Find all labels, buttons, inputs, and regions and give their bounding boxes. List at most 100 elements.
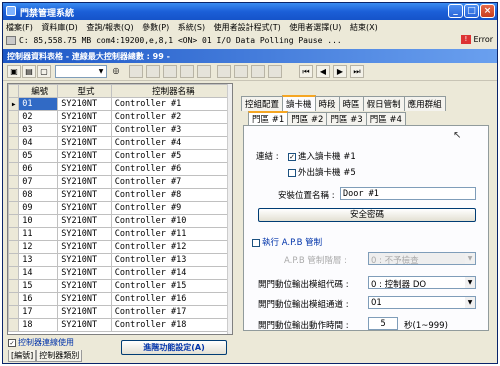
security-password-button[interactable]: 安全密碼 — [258, 208, 476, 222]
subtab-door-3[interactable]: 門區 #3 — [326, 112, 367, 125]
table-row[interactable]: 06 SY210NT Controller #6 — [8, 162, 232, 176]
row-indicator[interactable] — [8, 201, 20, 215]
cell-number[interactable]: 02 — [18, 110, 59, 124]
menu-params[interactable]: 參數(P) — [139, 20, 172, 33]
cell-number[interactable]: 17 — [18, 305, 59, 319]
cell-number[interactable]: 14 — [18, 266, 59, 280]
cell-name[interactable]: Controller #7 — [110, 175, 232, 189]
output-time-input[interactable]: 5 — [368, 317, 398, 330]
cell-number[interactable]: 08 — [18, 188, 59, 202]
cell-name[interactable]: Controller #11 — [110, 227, 232, 241]
cell-type[interactable]: SY210NT — [57, 110, 112, 124]
cell-name[interactable]: Controller #16 — [110, 292, 232, 306]
menu-query[interactable]: 查詢/報表(Q) — [83, 20, 136, 33]
close-button[interactable]: × — [480, 4, 495, 18]
delete-record-icon[interactable] — [146, 65, 160, 78]
row-indicator[interactable] — [8, 214, 20, 228]
tab-time-segment[interactable]: 時段 — [314, 96, 340, 111]
cell-number[interactable]: 01 — [18, 97, 59, 111]
cell-number[interactable]: 05 — [18, 149, 59, 163]
cell-type[interactable]: SY210NT — [57, 201, 112, 215]
cell-name[interactable]: Controller #18 — [110, 318, 232, 332]
cell-name[interactable]: Controller #17 — [110, 305, 232, 319]
cell-name[interactable]: Controller #12 — [110, 240, 232, 254]
cell-type[interactable]: SY210NT — [57, 123, 112, 137]
add-record-icon[interactable] — [129, 65, 143, 78]
title-bar[interactable]: 門禁管理系統 _ □ × — [3, 3, 497, 20]
table-row[interactable]: 08 SY210NT Controller #8 — [8, 188, 232, 202]
row-pointer-icon[interactable]: ▶ — [8, 97, 20, 111]
tab-controller-type[interactable]: 控制器類別 — [36, 350, 83, 362]
cell-number[interactable]: 16 — [18, 292, 59, 306]
reader-out-option[interactable]: 外出讀卡機 #5 — [288, 166, 356, 178]
row-indicator[interactable] — [8, 279, 20, 293]
cell-name[interactable]: Controller #13 — [110, 253, 232, 267]
subtab-door-1[interactable]: 門區 #1 — [248, 111, 289, 125]
cell-type[interactable]: SY210NT — [57, 149, 112, 163]
cell-name[interactable]: Controller #5 — [110, 149, 232, 163]
table-row[interactable]: 10 SY210NT Controller #10 — [8, 214, 232, 228]
cell-type[interactable]: SY210NT — [57, 253, 112, 267]
cell-type[interactable]: SY210NT — [57, 214, 112, 228]
cell-type[interactable]: SY210NT — [57, 227, 112, 241]
post-record-icon[interactable] — [180, 65, 194, 78]
cell-number[interactable]: 04 — [18, 136, 59, 150]
first-record-icon[interactable]: ⏮ — [299, 65, 313, 78]
location-input[interactable]: Door #1 — [340, 187, 476, 200]
tab-app-group[interactable]: 應用群組 — [403, 96, 446, 111]
cell-number[interactable]: 06 — [18, 162, 59, 176]
table-row[interactable]: 15 SY210NT Controller #15 — [8, 279, 232, 293]
cell-type[interactable]: SY210NT — [57, 318, 112, 332]
table-row[interactable]: 05 SY210NT Controller #5 — [8, 149, 232, 163]
col-header-name[interactable]: 控制器名稱 — [110, 84, 232, 98]
cell-type[interactable]: SY210NT — [57, 175, 112, 189]
cell-name[interactable]: Controller #8 — [110, 188, 232, 202]
menu-user-select[interactable]: 使用者選擇(U) — [286, 20, 344, 33]
cell-number[interactable]: 18 — [18, 318, 59, 332]
binoculars-icon[interactable]: ◎ — [109, 65, 123, 78]
row-indicator[interactable] — [8, 318, 20, 332]
last-record-icon[interactable]: ⏭ — [350, 65, 364, 78]
cell-name[interactable]: Controller #10 — [110, 214, 232, 228]
controller-grid[interactable]: 編號 型式 控制器名稱 ▶ 01 SY210NT Controller #1 02 SY2… — [7, 83, 233, 335]
reader-out-checkbox[interactable] — [288, 168, 296, 177]
subtab-door-4[interactable]: 門區 #4 — [365, 112, 406, 125]
refresh-icon[interactable]: ▢ — [37, 65, 51, 78]
cell-number[interactable]: 09 — [18, 201, 59, 215]
error-button[interactable]: ! Error — [459, 35, 495, 47]
reader-in-checkbox[interactable]: ✓ — [288, 152, 296, 161]
toolbar-button-9[interactable] — [268, 65, 282, 78]
row-indicator[interactable] — [8, 305, 20, 319]
cell-number[interactable]: 15 — [18, 279, 59, 293]
tab-time-zone[interactable]: 時區 — [338, 96, 364, 111]
table-row[interactable]: 11 SY210NT Controller #11 — [8, 227, 232, 241]
toolbar-button-8[interactable] — [251, 65, 265, 78]
menu-exit[interactable]: 結束(X) — [347, 20, 381, 33]
cancel-record-icon[interactable] — [197, 65, 211, 78]
table-row[interactable]: 17 SY210NT Controller #17 — [8, 305, 232, 319]
menu-file[interactable]: 檔案(F) — [3, 20, 36, 33]
table-row[interactable]: 13 SY210NT Controller #13 — [8, 253, 232, 267]
print-icon[interactable]: ▣ — [7, 65, 21, 78]
apb-level-select[interactable]: 0 : 不予檢查 ▼ — [368, 252, 476, 266]
cell-number[interactable]: 13 — [18, 253, 59, 267]
cell-name[interactable]: Controller #3 — [110, 123, 232, 137]
controller-enabled-checkbox[interactable]: ✓ 控制器連線使用 — [8, 337, 74, 348]
apb-checkbox[interactable] — [252, 238, 260, 247]
cell-type[interactable]: SY210NT — [57, 305, 112, 319]
cell-name[interactable]: Controller #6 — [110, 162, 232, 176]
tab-number[interactable]: [編號] — [8, 350, 37, 362]
cell-name[interactable]: Controller #4 — [110, 136, 232, 150]
table-row[interactable]: 14 SY210NT Controller #14 — [8, 266, 232, 280]
menu-system[interactable]: 系統(S) — [175, 20, 208, 33]
cell-name[interactable]: Controller #9 — [110, 201, 232, 215]
tab-group-config[interactable]: 控組配置 — [241, 96, 284, 111]
save-icon[interactable]: ▤ — [22, 65, 36, 78]
checkbox-box[interactable]: ✓ — [8, 338, 16, 347]
cell-name[interactable]: Controller #2 — [110, 110, 232, 124]
cell-name[interactable]: Controller #15 — [110, 279, 232, 293]
cell-number[interactable]: 11 — [18, 227, 59, 241]
advanced-settings-button[interactable]: 進階功能設定(A) — [121, 340, 227, 355]
row-indicator[interactable] — [8, 253, 20, 267]
table-row[interactable]: 02 SY210NT Controller #2 — [8, 110, 232, 124]
